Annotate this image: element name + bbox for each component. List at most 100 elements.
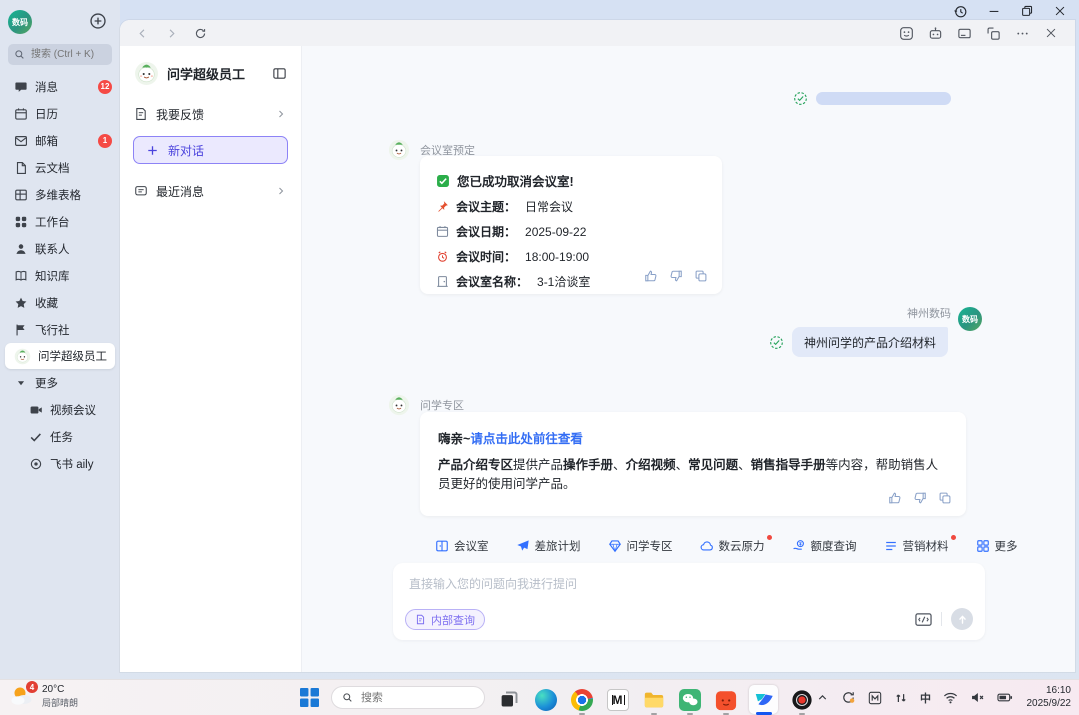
sidebar-item-label: 任务 — [50, 429, 73, 445]
sidebar-item-tasks[interactable]: 任务 — [0, 423, 120, 450]
toolbar-item-marketing-materials[interactable]: 营销材料 — [884, 538, 949, 554]
toolbar-item-wenxue-zone[interactable]: 问学专区 — [608, 538, 673, 554]
green-checkbox-icon — [436, 174, 450, 188]
thumbs-down-icon[interactable] — [913, 491, 927, 505]
global-search[interactable] — [8, 44, 112, 65]
thumbs-down-icon[interactable] — [669, 269, 683, 283]
sidebar-item-video-meeting[interactable]: 视频会议 — [0, 396, 120, 423]
shortcut-panel-icon[interactable] — [915, 612, 932, 627]
card-icon[interactable] — [956, 25, 972, 41]
clock-date: 2025/9/22 — [1027, 697, 1072, 710]
wifi-icon[interactable] — [943, 690, 958, 705]
toolbar-item-shucloud[interactable]: 数云原力 — [700, 538, 765, 554]
card-actions — [888, 491, 952, 505]
toolbar-item-label: 营销材料 — [903, 538, 949, 554]
panel-item-feedback[interactable]: 我要反馈 — [120, 99, 301, 129]
minimize-button[interactable] — [980, 2, 1007, 20]
robot-icon[interactable] — [927, 25, 943, 41]
copy-icon[interactable] — [694, 269, 708, 283]
toolbar-item-travel-plan[interactable]: 差旅计划 — [516, 538, 581, 554]
start-button[interactable] — [300, 688, 319, 707]
sidebar-item-label: 邮箱 — [35, 133, 58, 149]
close-icon[interactable] — [1043, 25, 1059, 41]
quota-icon — [792, 539, 806, 553]
back-button[interactable] — [134, 25, 150, 41]
sidebar-item-favorites[interactable]: 收藏 — [0, 289, 120, 316]
sidebar-item-knowledge[interactable]: 知识库 — [0, 262, 120, 289]
battery-icon[interactable] — [997, 690, 1013, 705]
panel-item-recent[interactable]: 最近消息 — [120, 176, 301, 206]
user-avatar[interactable]: 数码 — [958, 307, 982, 331]
send-button[interactable] — [951, 608, 973, 630]
sidebar-item-contacts[interactable]: 联系人 — [0, 235, 120, 262]
window-controls — [947, 2, 1073, 20]
wechat-icon[interactable] — [677, 687, 702, 712]
edge-icon[interactable] — [533, 687, 558, 712]
new-chat-button[interactable]: 新对话 — [133, 136, 288, 164]
toolbar-item-more[interactable]: 更多 — [976, 538, 1018, 554]
more-dots-icon[interactable] — [1014, 25, 1030, 41]
forward-button[interactable] — [163, 25, 179, 41]
sync-icon[interactable] — [841, 690, 856, 705]
thumbs-up-icon[interactable] — [888, 491, 902, 505]
sidebar-item-base[interactable]: 多维表格 — [0, 181, 120, 208]
zone-link[interactable]: 请点击此处前往查看 — [470, 432, 583, 446]
sender-name: 神州数码 — [907, 305, 951, 321]
sidebar-item-docs[interactable]: 云文档 — [0, 154, 120, 181]
sidebar-item-more[interactable]: 更多 — [0, 369, 120, 396]
thumbs-up-icon[interactable] — [644, 269, 658, 283]
taskbar-search[interactable] — [331, 686, 485, 709]
add-button[interactable] — [89, 12, 107, 30]
red-cat-app-icon[interactable] — [713, 687, 738, 712]
notification-dot — [767, 535, 772, 540]
network-arrows-icon[interactable] — [894, 691, 908, 705]
scope-pill[interactable]: 内部查询 — [405, 609, 485, 630]
panel-item-label: 我要反馈 — [156, 106, 204, 123]
ime-indicator[interactable]: 中 — [920, 690, 931, 706]
restore-button[interactable] — [1013, 2, 1040, 20]
notification-dot — [951, 535, 956, 540]
toolbar-item-quota-query[interactable]: 额度查询 — [792, 538, 857, 554]
sidebar-item-aily[interactable]: 飞书 aily — [0, 450, 120, 477]
typora-tray-icon[interactable] — [868, 691, 882, 705]
sidebar-item-label: 知识库 — [35, 268, 70, 284]
sidebar-item-feixingshe[interactable]: 飞行社 — [0, 316, 120, 343]
refresh-button[interactable] — [192, 25, 208, 41]
sidebar-item-workbench[interactable]: 工作台 — [0, 208, 120, 235]
file-explorer-icon[interactable] — [641, 687, 666, 712]
profile-avatar[interactable]: 数码 — [8, 10, 32, 34]
taskbar-weather[interactable]: 4 20°C 局部晴朗 — [10, 684, 78, 709]
collapse-panel-icon[interactable] — [272, 66, 288, 82]
typora-icon[interactable]: M — [605, 687, 630, 712]
bot-mascot-avatar[interactable] — [388, 139, 410, 161]
field-value: 2025-09-22 — [525, 225, 586, 239]
mute-icon[interactable] — [970, 690, 985, 705]
taskbar-clock[interactable]: 16:10 2025/9/22 — [1027, 684, 1072, 710]
screen-recorder-icon[interactable] — [789, 687, 814, 712]
copy-icon[interactable] — [938, 491, 952, 505]
tab-layout-icon[interactable] — [985, 25, 1001, 41]
history-icon[interactable] — [947, 2, 974, 20]
close-button[interactable] — [1046, 2, 1073, 20]
sidebar-item-label: 工作台 — [35, 214, 70, 230]
toolbar-item-label: 问学专区 — [627, 538, 673, 554]
field-label: 会议主题： — [456, 198, 516, 215]
sidebar-item-wenxue-bot[interactable]: 问学超级员工 — [5, 343, 115, 369]
global-search-input[interactable] — [29, 48, 106, 61]
toolbar-item-meeting-room[interactable]: 会议室 — [435, 538, 489, 554]
chevron-up-icon[interactable] — [816, 691, 829, 704]
sidebar-item-label: 更多 — [35, 375, 58, 391]
emoji-icon[interactable] — [898, 25, 914, 41]
feishu-icon[interactable] — [749, 685, 778, 714]
search-icon — [14, 49, 25, 60]
sidebar-item-calendar[interactable]: 日历 — [0, 100, 120, 127]
sidebar-item-messages[interactable]: 消息 12 — [0, 73, 120, 100]
sidebar-item-mail[interactable]: 邮箱 1 — [0, 127, 120, 154]
taskbar-search-input[interactable] — [359, 691, 474, 705]
field-label: 会议室名称： — [456, 273, 528, 290]
task-view-icon[interactable] — [497, 687, 522, 712]
message-input[interactable] — [407, 573, 971, 611]
chrome-icon[interactable] — [569, 687, 594, 712]
doc-icon — [14, 161, 28, 175]
bot-mascot-avatar[interactable] — [388, 394, 410, 416]
